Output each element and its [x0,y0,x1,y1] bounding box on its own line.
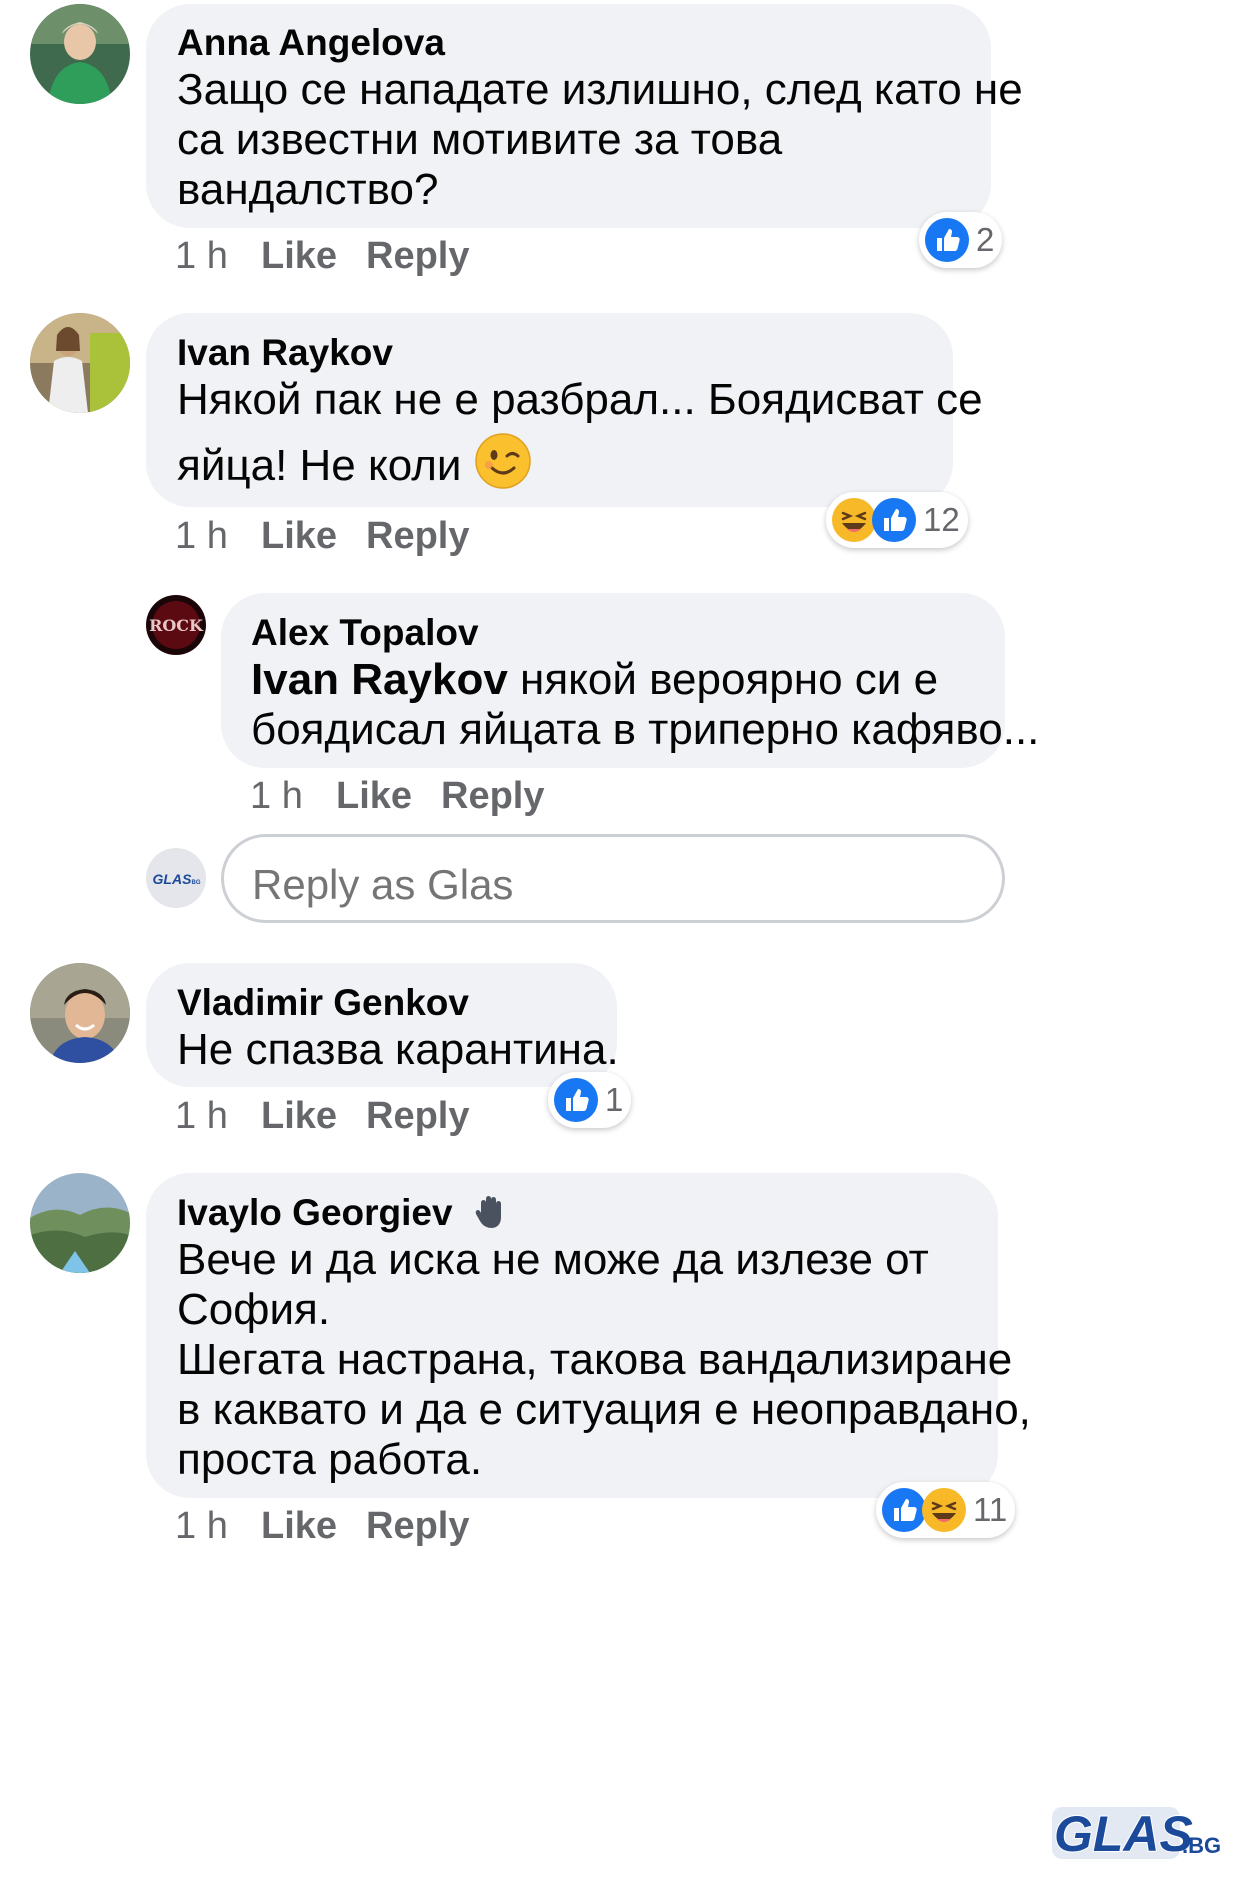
like-button[interactable]: Like [261,1095,337,1138]
like-button[interactable]: Like [261,235,337,278]
reply-button[interactable]: Reply [366,1095,469,1138]
avatar-anna-angelova[interactable] [30,4,130,104]
like-icon [871,497,917,543]
comment-text-line: яйца! Не коли [177,432,532,496]
comment-author-row: Ivaylo Georgiev [177,1192,509,1234]
reaction-count: 1 [605,1081,624,1118]
comment-text: яйца! Не коли [177,441,462,490]
comment-text-line: вандалство? [177,165,439,214]
mention-link[interactable]: Ivan Raykov [251,655,508,704]
glas-logo-text: GLAS [153,871,193,887]
reply-input[interactable] [252,861,952,909]
glas-watermark-logo: GLAS .BG [1050,1803,1221,1863]
reaction-count: 2 [976,221,995,258]
comment-timestamp: 1 h [175,1095,228,1137]
like-button[interactable]: Like [336,775,412,818]
comment-text-line: боядисал яйцата в триперно кафяво... [251,705,1040,754]
like-icon [553,1077,599,1123]
reaction-count: 12 [923,501,960,538]
reaction-summary[interactable]: 1 [548,1072,632,1128]
watermark-suffix: .BG [1182,1833,1220,1858]
avatar-vladimir-genkov[interactable] [30,963,130,1063]
comment-timestamp: 1 h [250,775,303,817]
reaction-summary[interactable]: 12 [826,492,968,548]
svg-text:ROCK: ROCK [149,616,204,635]
glas-logo-suffix: BG [192,880,201,886]
comment-text-line: проста работа. [177,1435,483,1484]
like-button[interactable]: Like [261,1505,337,1548]
avatar-alex-topalov[interactable]: ROCK [146,595,206,655]
comment-author[interactable]: Alex Topalov [251,612,479,654]
avatar-glas: GLAS BG [146,848,206,908]
avatar-ivaylo-georgiev[interactable] [30,1173,130,1273]
watermark-text: GLAS [1054,1806,1193,1861]
comment-author[interactable]: Ivaylo Georgiev [177,1192,453,1233]
reaction-summary[interactable]: 2 [919,212,1003,268]
like-icon [924,217,970,263]
reply-button[interactable]: Reply [366,235,469,278]
comment-timestamp: 1 h [175,235,228,277]
reply-button[interactable]: Reply [366,515,469,558]
reaction-count: 11 [973,1491,1008,1528]
comment-text: някой вероярно си е [507,655,939,704]
winking-face-emoji [474,432,532,490]
comment-author[interactable]: Ivan Raykov [177,332,393,374]
reply-button[interactable]: Reply [366,1505,469,1548]
like-button[interactable]: Like [261,515,337,558]
reply-input-box[interactable] [221,834,1005,923]
avatar-ivan-raykov[interactable] [30,313,130,413]
comment-timestamp: 1 h [175,1505,228,1547]
reply-button[interactable]: Reply [441,775,544,818]
comment-text-line: Някой пак не е разбрал... Боядисват се [177,375,983,424]
waving-hand-icon [471,1193,509,1231]
comment-timestamp: 1 h [175,515,228,557]
reaction-summary[interactable]: 11 [876,1482,1016,1538]
comment-text-line: Не спазва карантина. [177,1025,619,1074]
comment-author[interactable]: Anna Angelova [177,22,445,64]
haha-icon [921,1487,967,1533]
comment-author[interactable]: Vladimir Genkov [177,982,469,1024]
